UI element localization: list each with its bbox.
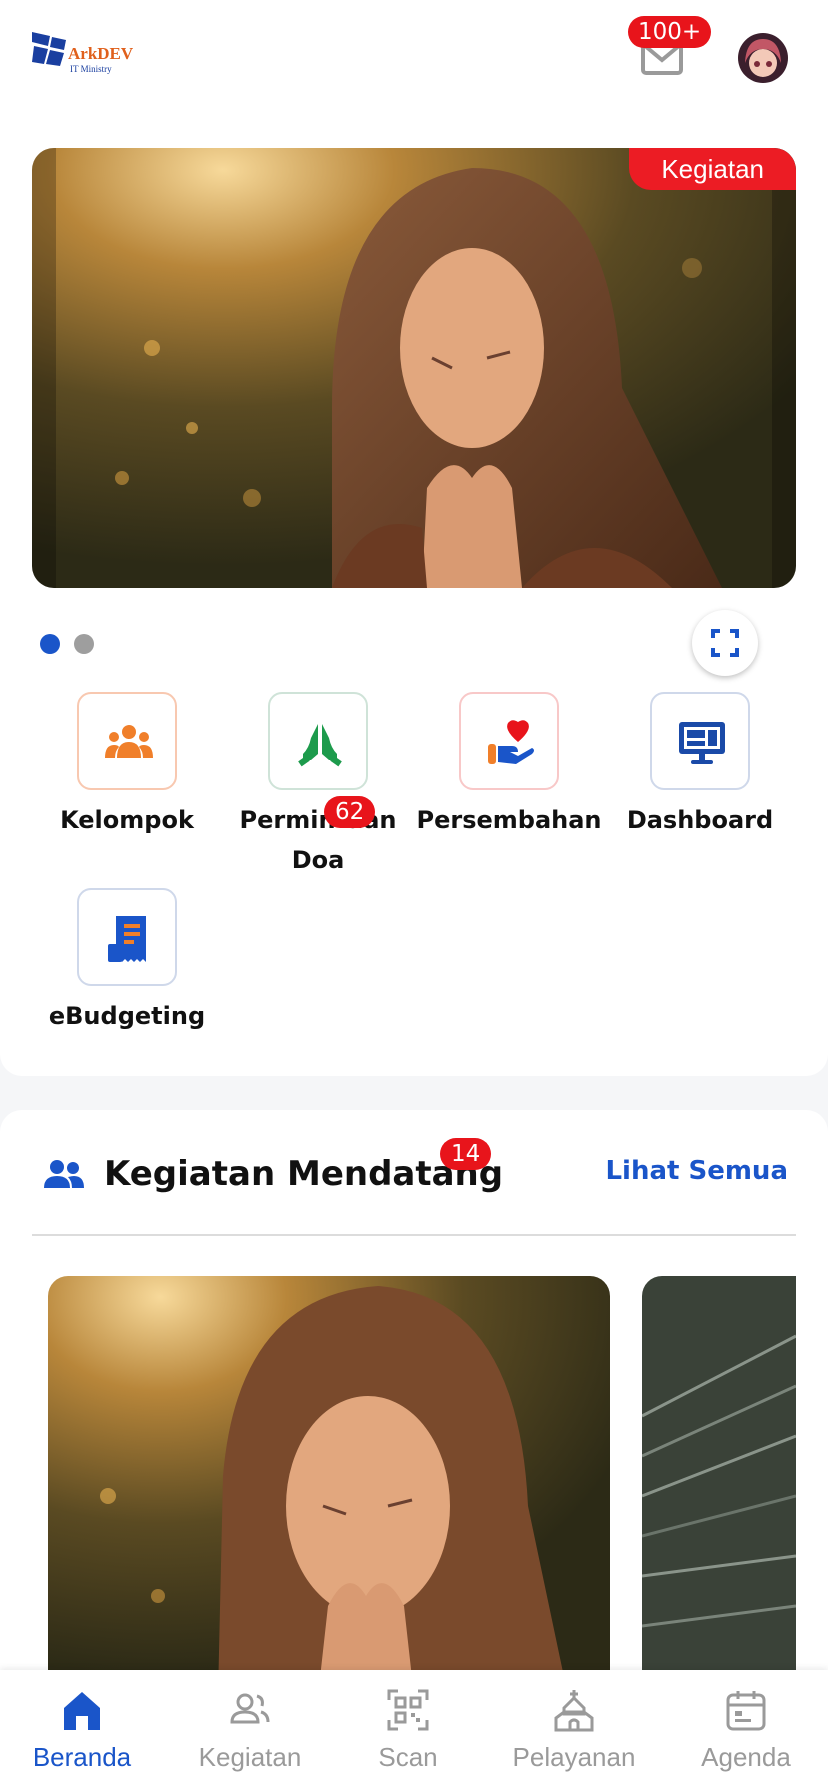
people-group-icon [105,725,153,758]
event-card[interactable] [48,1276,610,1696]
nav-beranda[interactable]: Beranda [2,1688,162,1774]
upcoming-count-badge: 14 [440,1138,492,1170]
divider [32,1234,796,1236]
avatar[interactable] [738,33,788,83]
svg-text:IT Ministry: IT Ministry [70,64,112,74]
nav-label: Beranda [32,1742,132,1772]
top-card: Kegiatan Kelompok Permintaan Doa 62 Pers… [0,112,828,1076]
event-image [642,1276,796,1696]
event-card[interactable] [642,1276,796,1696]
nav-label: Agenda [701,1742,791,1772]
home-icon [64,1692,100,1730]
banner-image [32,148,796,588]
calendar-icon [726,1691,766,1731]
banner-carousel[interactable]: Kegiatan [32,148,796,588]
menu-item-kelompok[interactable]: Kelompok [32,692,222,840]
menu-item-persembahan[interactable]: Persembahan [414,692,604,840]
prayer-request-badge: 62 [324,796,376,828]
carousel-dot[interactable] [74,634,94,654]
users-icon [230,1693,270,1724]
app-header: ArkDEV IT Ministry 100+ [0,0,828,112]
users-icon [44,1160,84,1188]
nav-agenda[interactable]: Agenda [666,1688,826,1774]
banner-category-tag: Kegiatan [629,148,796,190]
hand-heart-icon [488,720,534,764]
menu-item-ebudgeting[interactable]: eBudgeting [32,888,222,1036]
nav-label: Kegiatan [198,1742,302,1772]
fullscreen-button[interactable] [692,610,758,676]
receipt-icon [108,916,146,962]
arkdev-logo: ArkDEV IT Ministry [30,30,140,86]
menu-item-dashboard[interactable]: Dashboard [605,692,795,840]
menu-label: Dashboard [626,806,774,834]
menu-label: Kelompok [60,806,194,834]
nav-scan[interactable]: Scan [328,1688,488,1774]
qr-scan-icon [387,1689,429,1731]
event-image [48,1276,610,1696]
expand-icon [711,629,739,657]
menu-label: Permintaan Doa [239,806,397,874]
nav-label: Scan [378,1742,438,1772]
svg-text:ArkDEV: ArkDEV [68,44,134,63]
mail-badge: 100+ [628,16,712,48]
menu-label: eBudgeting [48,1002,206,1030]
menu-label: Persembahan [416,806,602,834]
menu-item-permintaan-doa[interactable]: Permintaan Doa [223,692,413,880]
monitor-dashboard-icon [679,722,725,764]
nav-kegiatan[interactable]: Kegiatan [170,1688,330,1774]
nav-pelayanan[interactable]: Pelayanan [494,1688,654,1774]
praying-hands-icon [298,724,342,767]
church-icon [554,1690,594,1732]
nav-label: Pelayanan [512,1742,636,1772]
bottom-navigation: Beranda Kegiatan Scan Pelayanan Agenda [0,1670,828,1791]
see-all-link[interactable]: Lihat Semua [605,1156,788,1186]
carousel-dot-active[interactable] [40,634,60,654]
